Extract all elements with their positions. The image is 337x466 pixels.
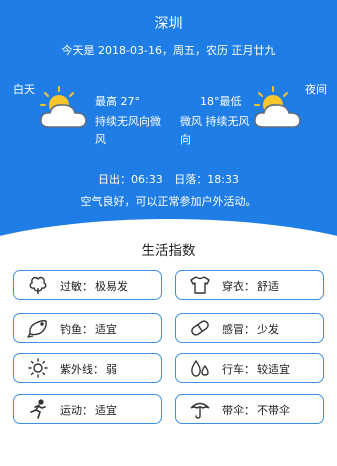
night-label: 夜间 bbox=[305, 83, 327, 96]
high-temperature: 最高 27° bbox=[95, 95, 140, 108]
sun-icon bbox=[28, 358, 48, 378]
life-card-cold[interactable]: 感冒： 少发 bbox=[175, 313, 324, 343]
day-label: 白天 bbox=[13, 83, 35, 96]
life-item-name: 运动： bbox=[60, 404, 93, 417]
life-item-value: 极易发 bbox=[95, 280, 128, 293]
life-card-sport[interactable]: 运动： 适宜 bbox=[13, 394, 162, 424]
life-item-value: 适宜 bbox=[95, 404, 117, 417]
partly-cloudy-sun-icon bbox=[254, 86, 301, 128]
umbrella-icon bbox=[190, 402, 210, 419]
runner-icon bbox=[30, 399, 46, 419]
life-card-uv[interactable]: 紫外线：弱 bbox=[13, 353, 162, 383]
life-index-title: 生活指数 bbox=[141, 243, 196, 259]
sunrise-time: 日出：06:33 bbox=[98, 173, 163, 186]
status-bar bbox=[0, 0, 337, 4]
sunrise-sunset: 日出：06:33 日落：18:33 bbox=[0, 171, 337, 187]
life-card-umbrella[interactable]: 带伞： 不带伞 bbox=[175, 394, 324, 424]
city-title[interactable]: 深圳 bbox=[0, 13, 337, 33]
low-temperature: 18°最低 bbox=[200, 95, 242, 108]
air-advice: 空气良好，可以正常参加户外活动。 bbox=[80, 195, 257, 208]
drops-icon bbox=[191, 359, 209, 377]
fish-icon bbox=[27, 320, 47, 338]
life-item-name: 穿衣： bbox=[222, 280, 255, 293]
life-card-allergy[interactable]: 过敏： 极易发 bbox=[13, 270, 162, 300]
life-item-value: 适宜 bbox=[95, 323, 117, 336]
partly-cloudy-sun-icon bbox=[40, 86, 87, 128]
life-card-clothing[interactable]: 穿衣： 舒适 bbox=[175, 270, 324, 300]
night-wind: 微风 持续无风向 bbox=[180, 115, 250, 146]
life-card-fishing[interactable]: 钓鱼： 适宜 bbox=[13, 313, 162, 343]
life-item-value: 弱 bbox=[106, 363, 117, 376]
date-line: 今天是 2018-03-16，周五，农历 正月廿九 bbox=[61, 44, 276, 57]
life-item-name: 紫外线： bbox=[60, 363, 104, 376]
sunset-time: 日落：18:33 bbox=[174, 173, 239, 186]
life-item-name: 感冒： bbox=[222, 323, 255, 336]
life-item-name: 带伞： bbox=[222, 404, 255, 417]
pill-icon bbox=[191, 320, 209, 336]
header-curve bbox=[0, 219, 337, 240]
life-item-value: 不带伞 bbox=[257, 404, 290, 417]
life-item-name: 钓鱼： bbox=[60, 323, 93, 336]
weather-header: 深圳 今天是 2018-03-16，周五，农历 正月廿九 白天 夜间 最高 27… bbox=[0, 0, 337, 240]
life-card-driving[interactable]: 行车： 较适宜 bbox=[175, 353, 324, 383]
life-item-value: 少发 bbox=[257, 323, 279, 336]
life-item-name: 行车： bbox=[222, 363, 255, 376]
flower-icon bbox=[29, 276, 47, 294]
tshirt-icon bbox=[190, 276, 210, 294]
life-item-name: 过敏： bbox=[60, 280, 93, 293]
life-item-value: 舒适 bbox=[257, 280, 279, 293]
life-item-value: 较适宜 bbox=[257, 363, 290, 376]
day-wind: 持续无风向微风 bbox=[95, 115, 161, 146]
